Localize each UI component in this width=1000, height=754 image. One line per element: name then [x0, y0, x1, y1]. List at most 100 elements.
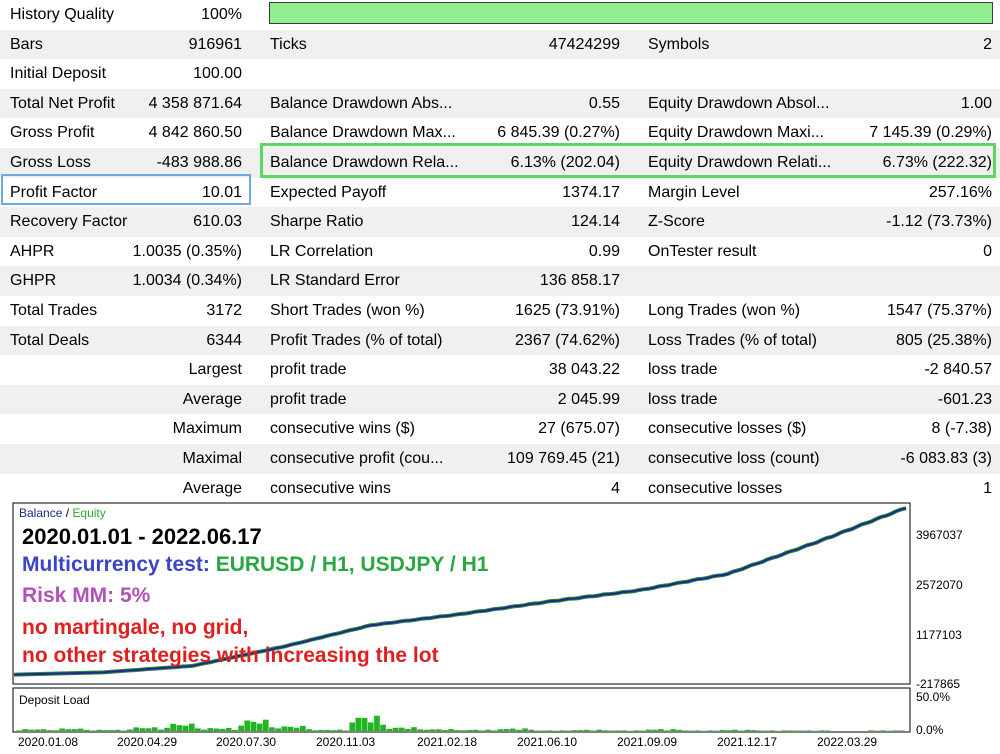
- deposit-load-bar: [201, 729, 207, 731]
- stat-type-label: Maximal: [182, 450, 242, 467]
- deposit-load-bar: [108, 730, 115, 731]
- metric-label: loss trade: [648, 361, 718, 379]
- report-row: Average consecutive wins 4 consecutive loss…: [0, 474, 1000, 504]
- metric-label: Z-Score: [648, 213, 705, 231]
- deposit-load-bar: [213, 728, 220, 731]
- deposit-load-bar: [503, 729, 510, 731]
- deposit-load-bar: [448, 729, 454, 731]
- metric-value: 0.99: [588, 242, 620, 260]
- metric-value: -6 083.83 (3): [900, 450, 992, 467]
- x-tick: 2020.11.03: [316, 735, 376, 749]
- report-row: Maximum consecutive wins ($) 27 (675.07) co…: [0, 414, 1000, 444]
- deposit-load-bar: [602, 730, 609, 731]
- deposit-load-bar: [571, 730, 578, 731]
- deposit-load-bar: [787, 730, 794, 731]
- deposit-load-bar: [744, 729, 751, 731]
- deposit-load-bar: [756, 730, 763, 731]
- report-row: Total Net Profit 4 358 871.64 Balance Draw…: [0, 88, 1000, 119]
- deposit-load-bar: [250, 721, 257, 731]
- metric-value: 1625 (73.91%): [515, 302, 620, 319]
- no-martingale-annotation: no martingale, no grid,: [22, 616, 249, 639]
- metric-value: 1374.17: [562, 183, 620, 201]
- deposit-load-bar: [219, 728, 226, 731]
- deposit-load-bar: [479, 730, 485, 731]
- deposit-load-bar: [330, 730, 337, 731]
- metric-label: Profit Trades (% of total): [270, 331, 443, 349]
- deposit-load-bar: [367, 722, 374, 731]
- deposit-load-bar: [540, 730, 547, 731]
- deposit-load-bar: [324, 729, 331, 731]
- metric-label: LR Correlation: [270, 242, 374, 260]
- stat-type-label: Maximum: [172, 420, 242, 438]
- deposit-load-bar: [256, 723, 263, 731]
- metric-value: 1547 (75.37%): [887, 302, 992, 319]
- deposit-load-bar: [22, 729, 28, 731]
- metric-value: 4 358 871.64: [148, 94, 242, 112]
- report-row: Largest profit trade 38 043.22 loss trade -2…: [0, 355, 1000, 385]
- metric-label: Sharpe Ratio: [270, 213, 364, 231]
- report-row: Average profit trade 2 045.99 loss trade -60…: [0, 384, 1000, 415]
- metric-value: -601.23: [937, 390, 992, 408]
- metric-label: Symbols: [648, 35, 710, 53]
- metric-value: 1: [983, 479, 992, 497]
- no-other-strategies-annotation: no other strategies with increasing the …: [22, 644, 439, 667]
- deposit-load-bar: [818, 730, 825, 731]
- deposit-load-bar: [207, 728, 214, 731]
- metric-value: 38 043.22: [548, 361, 620, 379]
- metric-label: [648, 266, 868, 296]
- deposit-load-bar: [806, 730, 812, 731]
- metric-label: [648, 59, 868, 89]
- deposit-load-bar: [868, 730, 874, 731]
- deposit-load-bar: [114, 729, 121, 731]
- deposit-load-bar: [312, 730, 318, 731]
- deposit-load-bar: [658, 729, 664, 731]
- deposit-load-bar: [59, 728, 65, 731]
- deposit-load-bar: [645, 729, 652, 731]
- deposit-load-bar: [121, 730, 127, 731]
- history-quality-value: 100%: [201, 6, 242, 23]
- x-tick: 2020.04.29: [117, 735, 178, 749]
- deposit-load-bar: [528, 729, 535, 731]
- report-row: Total Trades 3172 Short Trades (won %) 1625…: [0, 296, 1000, 326]
- deposit-load-bar: [145, 728, 152, 731]
- deposit-load-bar: [485, 729, 491, 731]
- deposit-load-bar: [133, 727, 139, 731]
- deposit-load-bar: [374, 715, 380, 731]
- deposit-load-bar: [546, 730, 553, 731]
- multicurrency-prefix: Multicurrency test:: [22, 553, 216, 576]
- deposit-load-bar: [244, 720, 251, 731]
- metric-label: consecutive losses: [648, 479, 783, 497]
- deposit-load-bar: [170, 723, 176, 731]
- metric-label: consecutive profit (cou...: [270, 450, 444, 467]
- deposit-load-bar: [306, 729, 312, 731]
- metric-value: -1.12 (73.73%): [886, 213, 992, 231]
- metric-value: -2 840.57: [924, 361, 992, 379]
- deposit-load-bar: [651, 729, 658, 731]
- metric-value: 136 858.17: [539, 272, 620, 290]
- deposit-load-bar: [442, 730, 448, 731]
- deposit-load-bar: [281, 726, 288, 731]
- report-row: Recovery Factor 610.03 Sharpe Ratio 124.14 Z…: [0, 207, 1000, 237]
- y-tick: 3967037: [916, 528, 963, 542]
- deposit-load-bar: [695, 730, 701, 731]
- deposit-load-bar: [380, 724, 386, 731]
- metric-value: 2 045.99: [557, 390, 620, 408]
- deposit-load-bar: [77, 728, 84, 731]
- deposit-load-bar: [824, 730, 831, 731]
- deposit-load-bar: [16, 730, 22, 731]
- profit-factor-highlight: [1, 174, 251, 205]
- metric-label: Long Trades (won %): [648, 302, 801, 319]
- deposit-load-bar: [164, 727, 170, 731]
- deposit-load-bar: [732, 729, 738, 731]
- metric-value: 8 (-7.38): [931, 420, 992, 438]
- stat-type-label: Largest: [188, 361, 242, 379]
- deposit-load-bar: [96, 729, 102, 731]
- deposit-load-bar: [349, 722, 356, 731]
- deposit-load-bar: [269, 727, 275, 731]
- deposit-load-bar: [318, 729, 325, 731]
- deposit-load-bar: [676, 729, 683, 731]
- deposit-load-bar: [232, 730, 238, 731]
- deposit-load-bar: [621, 730, 627, 731]
- deposit-load-bar: [355, 717, 362, 731]
- metric-label: loss trade: [648, 390, 718, 408]
